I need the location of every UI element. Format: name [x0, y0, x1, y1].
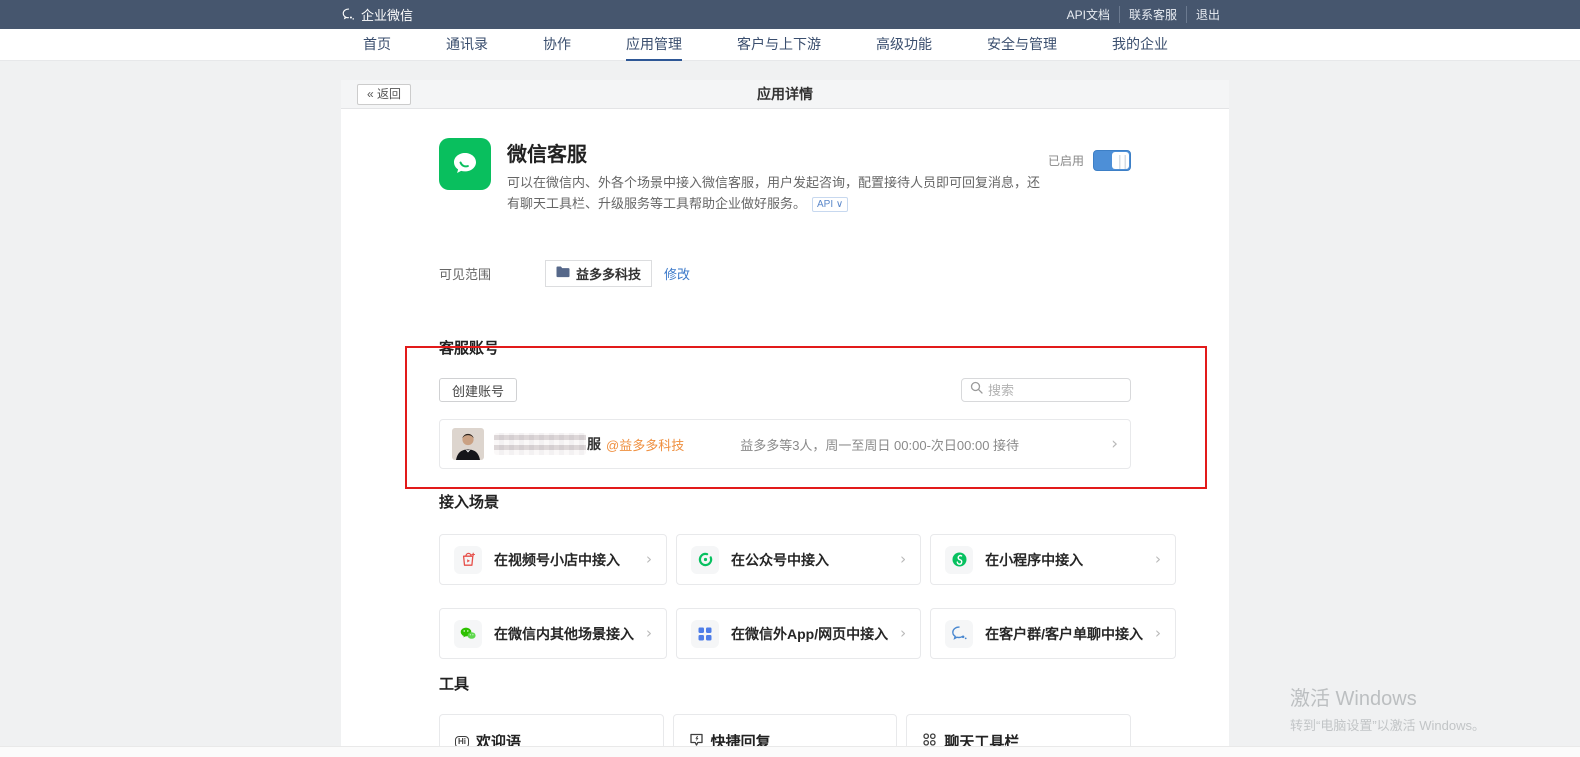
scene-card-customer-chat[interactable]: 在客户群/客户单聊中接入 › — [930, 608, 1176, 659]
nav-item-my-company[interactable]: 我的企业 — [1112, 29, 1168, 61]
watermark-line2: 转到“电脑设置”以激活 Windows。 — [1290, 715, 1485, 734]
nav-item-collaboration[interactable]: 协作 — [543, 29, 571, 61]
chevron-right-icon: › — [646, 552, 652, 567]
nav-item-advanced[interactable]: 高级功能 — [876, 29, 932, 61]
horizontal-scrollbar[interactable] — [0, 746, 1580, 757]
app-description: 可以在微信内、外各个场景中接入微信客服，用户发起咨询，配置接待人员即可回复消息，… — [507, 172, 1052, 214]
brand-name: 企业微信 — [361, 5, 413, 24]
scene-label: 在视频号小店中接入 — [494, 550, 620, 570]
topbar: 企业微信 API文档 联系客服 退出 — [0, 0, 1580, 29]
scene-card-official-account[interactable]: 在公众号中接入 › — [676, 534, 921, 585]
app-description-text: 可以在微信内、外各个场景中接入微信客服，用户发起咨询，配置接待人员即可回复消息，… — [507, 175, 1040, 211]
scene-label: 在微信内其他场景接入 — [494, 624, 634, 644]
wechat-icon — [454, 620, 482, 648]
video-shop-icon — [454, 546, 482, 574]
chevron-right-icon: › — [646, 626, 652, 641]
status-label: 已启用 — [1048, 152, 1084, 169]
official-account-icon — [691, 546, 719, 574]
visible-range-value: 益多多科技 — [545, 260, 652, 287]
account-section-title: 客服账号 — [439, 337, 1131, 358]
chevron-right-icon: › — [1155, 552, 1161, 567]
redacted-name — [494, 433, 586, 455]
toggle-knob — [1112, 152, 1129, 169]
wecom-chat-icon — [945, 620, 973, 648]
main-nav: 首页 通讯录 协作 应用管理 客户与上下游 高级功能 安全与管理 我的企业 — [0, 29, 1580, 61]
app-grid-icon — [691, 620, 719, 648]
account-name-suffix: 服 — [587, 434, 601, 454]
nav-item-security[interactable]: 安全与管理 — [987, 29, 1057, 61]
tools-section-title: 工具 — [439, 673, 1131, 694]
api-docs-link[interactable]: API文档 — [1058, 6, 1119, 23]
nav-item-customers[interactable]: 客户与上下游 — [737, 29, 821, 61]
nav-item-contacts[interactable]: 通讯录 — [446, 29, 488, 61]
caret-down-icon: ∨ — [836, 199, 843, 210]
chevron-right-icon: › — [1111, 436, 1118, 453]
account-info: 益多多等3人，周一至周日 00:00-次日00:00 接待 — [740, 435, 1019, 454]
page-title: 应用详情 — [341, 80, 1229, 109]
scene-label: 在微信外App/网页中接入 — [731, 624, 888, 644]
folder-icon — [556, 266, 570, 281]
chevron-right-icon: › — [900, 552, 906, 567]
back-button[interactable]: « 返回 — [357, 84, 411, 105]
logout-link[interactable]: 退出 — [1186, 6, 1229, 23]
api-tag-label: API — [817, 199, 833, 210]
visible-range-label: 可见范围 — [439, 264, 545, 283]
panel-header: « 返回 应用详情 — [341, 80, 1229, 109]
scene-card-external-app[interactable]: 在微信外App/网页中接入 › — [676, 608, 921, 659]
windows-activation-watermark: 激活 Windows 转到“电脑设置”以激活 Windows。 — [1290, 682, 1485, 734]
wecom-logo-icon — [341, 7, 356, 22]
search-input[interactable] — [988, 383, 1122, 398]
scene-card-video-shop[interactable]: 在视频号小店中接入 › — [439, 534, 667, 585]
watermark-line1: 激活 Windows — [1290, 682, 1485, 711]
nav-item-app-management[interactable]: 应用管理 — [626, 29, 682, 61]
search-box — [961, 378, 1131, 402]
scene-label: 在小程序中接入 — [985, 550, 1083, 570]
scene-card-wechat-other[interactable]: 在微信内其他场景接入 › — [439, 608, 667, 659]
app-info-section: 微信客服 可以在微信内、外各个场景中接入微信客服，用户发起咨询，配置接待人员即可… — [439, 138, 1131, 214]
avatar — [452, 428, 484, 460]
visible-range-text: 益多多科技 — [576, 264, 641, 283]
create-account-button[interactable]: 创建账号 — [439, 378, 517, 402]
brand: 企业微信 — [341, 5, 413, 24]
scene-label: 在客户群/客户单聊中接入 — [985, 624, 1143, 644]
app-name: 微信客服 — [507, 138, 1052, 167]
app-detail-panel: « 返回 应用详情 微信客服 可以在微信内、外各个场景中接入微信客服，用户发起咨… — [341, 80, 1229, 757]
search-icon — [970, 381, 983, 399]
wechat-kf-app-icon — [439, 138, 491, 190]
miniprogram-icon — [945, 546, 973, 574]
account-controls: 创建账号 — [439, 378, 1131, 402]
nav-item-home[interactable]: 首页 — [363, 29, 391, 61]
enabled-toggle[interactable] — [1093, 150, 1131, 171]
account-mention: @益多多科技 — [606, 435, 684, 454]
panel-body: 微信客服 可以在微信内、外各个场景中接入微信客服，用户发起咨询，配置接待人员即可… — [341, 109, 1229, 757]
contact-support-link[interactable]: 联系客服 — [1119, 6, 1186, 23]
scene-label: 在公众号中接入 — [731, 550, 829, 570]
scene-card-miniprogram[interactable]: 在小程序中接入 › — [930, 534, 1176, 585]
topbar-links: API文档 联系客服 退出 — [1058, 6, 1229, 23]
scene-grid: 在视频号小店中接入 › 在公众号中接入 › 在小程序中接入 › — [439, 534, 1131, 659]
edit-range-link[interactable]: 修改 — [664, 264, 690, 283]
chevron-right-icon: › — [1155, 626, 1161, 641]
visible-range-row: 可见范围 益多多科技 修改 — [439, 260, 1131, 287]
api-tag[interactable]: API ∨ — [812, 197, 848, 212]
chevron-right-icon: › — [900, 626, 906, 641]
account-row[interactable]: 服 @益多多科技 益多多等3人，周一至周日 00:00-次日00:00 接待 › — [439, 419, 1131, 469]
scene-section-title: 接入场景 — [439, 491, 1131, 512]
